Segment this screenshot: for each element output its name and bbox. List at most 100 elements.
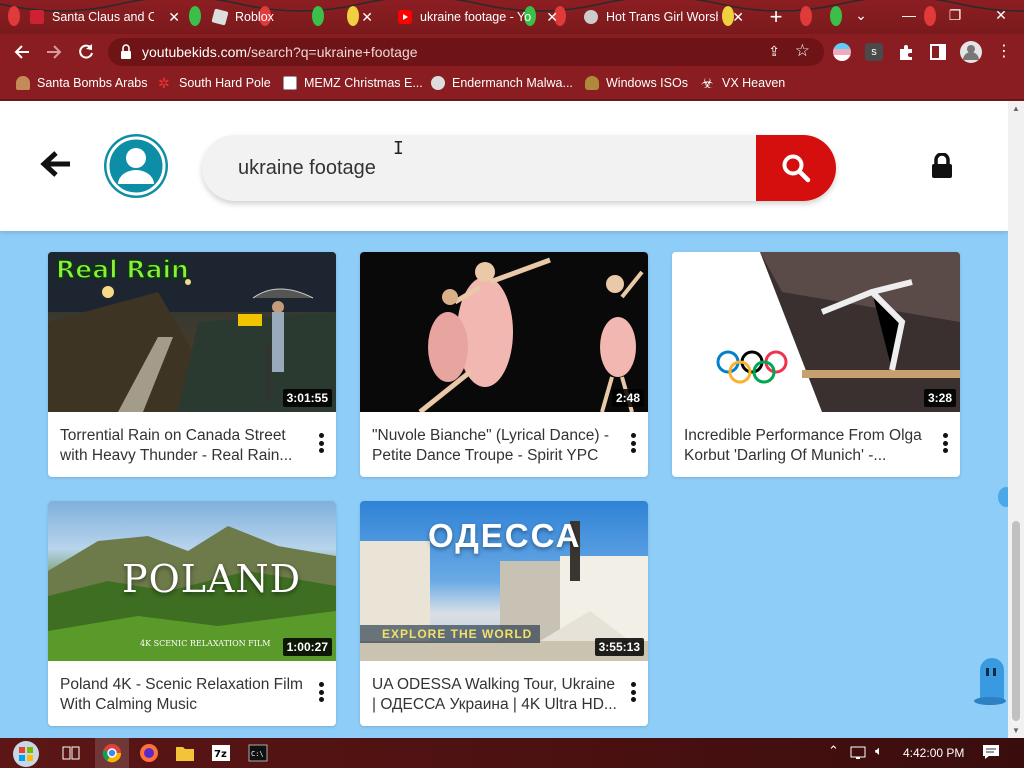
side-panel-icon[interactable] [929,43,947,61]
more-options-icon[interactable] [318,433,324,453]
back-arrow-icon[interactable] [40,149,72,179]
more-options-icon[interactable] [318,682,324,702]
tab-label: Roblox [235,10,274,24]
tab-site[interactable]: Hot Trans Girl Worship ✕ [574,4,754,30]
video-card[interactable]: 2:48 "Nuvole Bianche" (Lyrical Dance) - … [360,252,648,477]
more-options-icon[interactable] [630,433,636,453]
address-bar[interactable]: youtubekids.com/search?q=ukraine+footage… [108,38,824,66]
search-bar[interactable]: ukraine footage [202,135,836,201]
volume-icon[interactable]: 🔈︎ [875,743,883,759]
bookmark-vx-heaven[interactable]: ☣ VX Heaven [701,76,785,90]
biohazard-icon: ☣ [701,75,714,91]
site-favicon-icon [584,10,598,24]
tab-santa-claus[interactable]: Santa Claus and Christ ✕ [20,4,190,30]
back-button[interactable] [10,40,34,64]
url-text: youtubekids.com/search?q=ukraine+footage [142,44,418,60]
video-card[interactable]: Real Rain 3:01:55 Torrential Rain on Can… [48,252,336,477]
kids-header: ukraine footage I [0,101,1008,231]
video-duration: 1:00:27 [282,638,332,656]
video-title[interactable]: Poland 4K - Scenic Relaxation Film With … [60,675,310,715]
video-title[interactable]: "Nuvole Bianche" (Lyrical Dance) - Petit… [372,426,622,466]
youtube-kids-page: ukraine footage I Real Rain 3:01:55 Torr… [0,101,1008,738]
scrollbar-thumb[interactable] [1012,521,1020,721]
task-view-icon[interactable] [60,742,82,764]
extension-s-icon[interactable]: s [865,43,883,61]
video-title[interactable]: UA ODESSA Walking Tour, Ukraine | ОДЕССА… [372,675,622,715]
page-scrollbar[interactable]: ▲ ▼ [1008,101,1024,738]
7zip-icon[interactable]: 7z [210,742,232,764]
extensions-puzzle-icon[interactable] [897,43,915,61]
more-options-icon[interactable] [942,433,948,453]
video-thumbnail[interactable]: POLAND 4K SCENIC RELAXATION FILM [48,501,336,661]
bookmark-star-icon[interactable]: ☆ [795,41,810,61]
thumbnail-subtitle-text: EXPLORE THE WORLD [360,625,541,643]
bookmark-windows-isos[interactable]: Windows ISOs [585,76,688,90]
snowflake-icon: ✲ [158,75,170,91]
close-tab-icon[interactable]: ✕ [168,9,180,26]
profile-avatar-icon[interactable] [960,41,982,63]
restore-button[interactable]: ❐ [932,0,978,30]
parent-lock-icon[interactable] [931,153,953,179]
scroll-up-icon[interactable]: ▲ [1012,104,1020,113]
firefox-taskbar-icon[interactable] [138,742,160,764]
close-tab-icon[interactable]: ✕ [361,9,373,26]
minimize-button[interactable]: — [886,0,932,30]
roblox-favicon-icon [211,8,229,26]
search-icon [782,154,811,183]
svg-text:7z: 7z [214,749,227,760]
bookmark-label: South Hard Pole [179,76,271,90]
tab-strip: Santa Claus and Christ ✕ Roblox ✕ ukrain… [0,0,1024,34]
bookmark-memz[interactable]: MEMZ Christmas E... [283,76,423,90]
reload-button[interactable] [74,40,98,64]
video-thumbnail[interactable]: ОДЕССА EXPLORE THE WORLD [360,501,648,661]
close-tab-icon[interactable]: ✕ [732,9,744,26]
start-button-icon[interactable] [6,738,46,768]
tab-roblox[interactable]: Roblox ✕ [203,4,383,30]
bookmark-endermanch[interactable]: Endermanch Malwa... [431,76,573,90]
scroll-down-icon[interactable]: ▼ [1012,726,1020,735]
thumbnail-title-text: Real Rain [55,254,189,285]
close-window-button[interactable]: ✕ [978,0,1024,30]
video-duration: 3:55:13 [594,638,644,656]
share-icon[interactable]: ⇪ [768,43,780,60]
extension-flag-icon[interactable] [833,43,851,61]
notifications-icon[interactable] [982,744,1000,760]
search-input[interactable]: ukraine footage [238,157,376,180]
video-thumbnail[interactable] [672,252,960,412]
network-icon[interactable] [850,746,868,760]
tab-label: Santa Claus and Christ [52,10,155,24]
video-thumbnail[interactable]: Real Rain [48,252,336,412]
show-hidden-icons-icon[interactable]: ⌃ [828,743,839,759]
tab-label: ukraine footage - YouT [420,10,532,24]
text-cursor-icon: I [393,138,404,159]
profile-avatar[interactable] [104,134,168,198]
video-card[interactable]: POLAND 4K SCENIC RELAXATION FILM 1:00:27… [48,501,336,726]
bookmark-label: Windows ISOs [606,76,688,90]
file-explorer-icon[interactable] [174,742,196,764]
user-icon [106,136,166,196]
command-prompt-icon[interactable]: C:\ [247,742,269,764]
video-thumbnail[interactable] [360,252,648,412]
arrow-right-icon [47,45,62,59]
close-tab-icon[interactable]: ✕ [546,9,558,26]
figure-icon [585,76,599,90]
video-title[interactable]: Incredible Performance From Olga Korbut … [684,426,934,466]
new-tab-button[interactable]: + [764,4,788,29]
video-title[interactable]: Torrential Rain on Canada Street with He… [60,426,310,466]
taskbar-clock[interactable]: 4:42:00 PM [903,746,964,760]
tab-ukraine-footage[interactable]: ukraine footage - YouT ✕ [388,4,568,30]
bookmark-south-hard-pole[interactable]: ✲ South Hard Pole [158,76,271,90]
chrome-menu-icon[interactable]: ⋮ [995,43,1013,61]
lock-icon [121,44,131,59]
chrome-taskbar-icon[interactable] [95,738,129,768]
tab-search-button[interactable]: ⌄ [838,0,884,30]
video-duration: 2:48 [611,389,644,407]
reload-icon [79,44,93,59]
video-card[interactable]: 3:28 Incredible Performance From Olga Ko… [672,252,960,477]
bookmark-label: Santa Bombs Arabs [37,76,148,90]
more-options-icon[interactable] [630,682,636,702]
bookmark-santa-bombs[interactable]: Santa Bombs Arabs [16,76,147,90]
video-card[interactable]: ОДЕССА EXPLORE THE WORLD 3:55:13 UA ODES… [360,501,648,726]
search-button[interactable] [756,135,836,201]
forward-button[interactable] [42,40,66,64]
